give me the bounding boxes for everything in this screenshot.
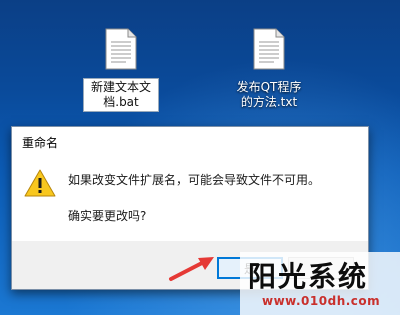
text-file-icon[interactable]	[104, 28, 138, 70]
watermark-title: 阳光系统	[248, 260, 369, 293]
file-name-line2: 的方法.txt	[240, 95, 298, 109]
text-file-icon[interactable]	[252, 28, 286, 70]
dialog-title: 重命名	[22, 136, 59, 150]
dialog-question: 确实要更改吗?	[68, 209, 147, 223]
dialog-body: 如果改变文件扩展名，可能会导致文件不可用。 确实要更改吗?	[12, 157, 368, 241]
file-label-txt[interactable]: 发布QT程序 的方法.txt	[231, 80, 307, 110]
dialog-message: 如果改变文件扩展名，可能会导致文件不可用。	[68, 173, 321, 187]
warning-icon	[24, 169, 56, 197]
site-watermark: 阳光系统 www.010dh.com	[240, 252, 400, 315]
dialog-titlebar[interactable]: 重命名	[12, 127, 368, 157]
watermark-url: www.010dh.com	[262, 294, 381, 308]
file-name-line2: 档.bat	[103, 95, 139, 109]
file-name-line1: 发布QT程序	[236, 80, 302, 94]
file-name-line1: 新建文本文	[90, 80, 151, 94]
annotation-arrow-icon	[169, 257, 214, 281]
file-label-bat[interactable]: 新建文本文 档.bat	[83, 78, 159, 112]
